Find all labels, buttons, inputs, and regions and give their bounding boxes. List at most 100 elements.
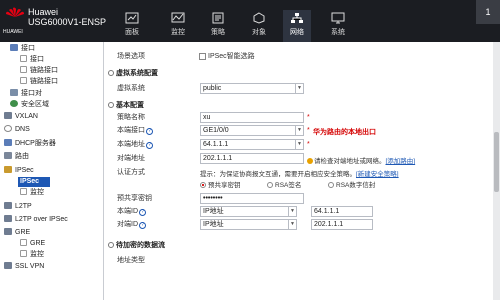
sidebar-item-label: DNS — [15, 126, 30, 133]
sidebar-item-security-zone[interactable]: 安全区域 — [10, 100, 49, 110]
sidebar-item-link-interface[interactable]: 链路接口 — [20, 66, 58, 76]
sidebar-item-ipsec-monitor[interactable]: 监控 — [20, 188, 44, 198]
sidebar-item-ipsec-sub[interactable]: IPSec — [18, 177, 50, 187]
scrollbar-thumb[interactable] — [494, 132, 499, 192]
help-icon[interactable]: ? — [139, 222, 146, 229]
peer-address-input[interactable]: 202.1.1.1 — [200, 153, 304, 164]
l2tp-ipsec-icon — [4, 215, 12, 222]
section-title: 待加密的数据流 — [116, 242, 165, 249]
nav-dashboard[interactable]: 面板 — [118, 12, 146, 40]
sidebar-item-label: DHCP服务器 — [15, 140, 56, 147]
sidebar-item-label: 路由 — [15, 153, 29, 160]
nav-policy[interactable]: 策略 — [204, 12, 232, 40]
auth-method-label: 认证方式 — [117, 169, 145, 176]
vxlan-icon — [4, 112, 12, 119]
gre-icon — [4, 228, 12, 235]
nav-label: 策略 — [211, 29, 225, 36]
sidebar-item-interface-pair[interactable]: 接口对 — [10, 89, 42, 99]
ipsec-icon — [4, 166, 12, 173]
nav-system[interactable]: 系统 — [324, 12, 352, 40]
sidebar-item-dhcp[interactable]: DHCP服务器 — [4, 139, 56, 149]
dns-icon — [4, 125, 12, 132]
sidebar-item-label: GRE — [30, 240, 46, 247]
section-basic[interactable]: 基本配置 — [108, 101, 144, 111]
sidebar-item-label: IPSec — [20, 178, 40, 185]
help-icon[interactable]: ? — [146, 128, 153, 135]
chevron-down-icon: ▼ — [295, 84, 303, 93]
auth-option-psk[interactable]: 预共享密钥 — [200, 179, 241, 189]
policy-name-input[interactable]: xu — [200, 112, 304, 123]
sidebar-item-l2tp[interactable]: L2TP — [4, 202, 32, 212]
sidebar-item-vxlan[interactable]: VXLAN — [4, 112, 38, 122]
local-id-input[interactable]: 64.1.1.1 — [311, 206, 373, 217]
local-address-select[interactable]: 64.1.1.1 ▼ — [200, 139, 304, 150]
sidebar-item-route[interactable]: 路由 — [4, 152, 29, 162]
required-mark: * — [307, 114, 310, 121]
sidebar-item-ipsec[interactable]: IPSec — [4, 166, 34, 176]
sidebar-item-label: 接口 — [30, 56, 44, 63]
dhcp-icon — [4, 139, 12, 146]
local-address-label: 本端地址? — [117, 140, 153, 150]
sidebar-item-link-interface-2[interactable]: 链路接口 — [20, 77, 58, 87]
sidebar-item-interface-sub[interactable]: 接口 — [20, 55, 44, 65]
radio-icon — [267, 182, 273, 188]
sidebar-item-label: IPSec — [15, 167, 34, 174]
sidebar-item-l2tp-over-ipsec[interactable]: L2TP over IPSec — [4, 215, 68, 225]
peer-id-input[interactable]: 202.1.1.1 — [311, 219, 373, 230]
sidebar-item-label: 监控 — [30, 189, 44, 196]
sidebar-item-label: 链路接口 — [30, 78, 58, 85]
nav-network[interactable]: 网络 — [283, 10, 311, 42]
new-security-policy-link[interactable]: [新建安全策略] — [356, 171, 399, 178]
collapse-icon — [108, 69, 114, 76]
device-model: USG6000V1-ENSP — [28, 17, 107, 27]
vertical-scrollbar[interactable] — [493, 42, 500, 300]
sidebar: 接口 接口 链路接口 链路接口 接口对 安全区域 VXLAN DNS DHCP服… — [0, 42, 104, 300]
peer-id-type-value: IP地址 — [203, 221, 224, 228]
sidebar-item-gre[interactable]: GRE — [4, 228, 30, 238]
local-id-label: 本端ID? — [117, 207, 146, 217]
ssl-vpn-icon — [4, 262, 12, 269]
l2tp-icon — [4, 202, 12, 209]
nav-monitor[interactable]: 监控 — [164, 12, 192, 40]
interface-icon — [10, 44, 18, 51]
object-icon — [253, 12, 265, 24]
peer-id-type-select[interactable]: IP地址 ▼ — [200, 219, 297, 230]
ipsec-smart-route-checkbox[interactable] — [199, 53, 206, 60]
help-icon[interactable]: ? — [146, 142, 153, 149]
sidebar-item-label: GRE — [15, 229, 31, 236]
vsys-select[interactable]: public ▼ — [200, 83, 304, 94]
sidebar-item-ssl-vpn[interactable]: SSL VPN — [4, 262, 44, 272]
collapse-icon — [108, 241, 114, 248]
auth-option-rsa-envelope[interactable]: RSA数字信封 — [328, 179, 375, 189]
auth-option-rsa-sign[interactable]: RSA签名 — [267, 179, 301, 189]
help-icon[interactable]: ? — [139, 209, 146, 216]
vendor-name: Huawei — [28, 7, 59, 17]
ipsec-policy-form: 场景选项 IPSec智能选路 虚拟系统配置 虚拟系统 public ▼ 基本配置 … — [105, 42, 500, 300]
policy-name-label: 策略名称 — [117, 114, 145, 121]
nav-label: 对象 — [252, 29, 266, 36]
sidebar-item-gre-sub[interactable]: GRE — [20, 239, 45, 249]
sidebar-item-gre-monitor[interactable]: 监控 — [20, 250, 44, 260]
local-id-type-select[interactable]: IP地址 ▼ — [200, 206, 297, 217]
section-data-flow[interactable]: 待加密的数据流 — [108, 241, 165, 251]
auth-hint: 提示：为保证协商报文互通，需要开启相应安全策略。[新建安全策略] — [200, 171, 399, 178]
required-mark: * — [307, 127, 310, 134]
notification-badge[interactable]: 1 — [476, 0, 500, 24]
peer-address-hint: 请检查对端地址或网络。[添加路由] — [307, 155, 415, 165]
route-icon — [4, 152, 12, 159]
add-route-link[interactable]: [添加路由] — [386, 158, 416, 165]
sidebar-item-dns[interactable]: DNS — [4, 125, 30, 135]
page-icon — [20, 55, 27, 62]
local-interface-select[interactable]: GE1/0/0 ▼ — [200, 125, 304, 136]
top-header: HUAWEI Huawei USG6000V1-ENSP 面板 监控 策略 对象… — [0, 0, 500, 42]
nav-object[interactable]: 对象 — [245, 12, 273, 40]
psk-input[interactable]: •••••••• — [200, 193, 304, 204]
chevron-down-icon: ▼ — [295, 140, 303, 149]
radio-icon — [328, 182, 334, 188]
device-brand: Huawei USG6000V1-ENSP — [28, 7, 106, 27]
chevron-down-icon: ▼ — [295, 126, 303, 135]
system-icon — [331, 12, 345, 24]
section-vsys[interactable]: 虚拟系统配置 — [108, 69, 158, 79]
sidebar-item-interface[interactable]: 接口 — [10, 44, 35, 54]
peer-id-label: 对端ID? — [117, 220, 146, 230]
